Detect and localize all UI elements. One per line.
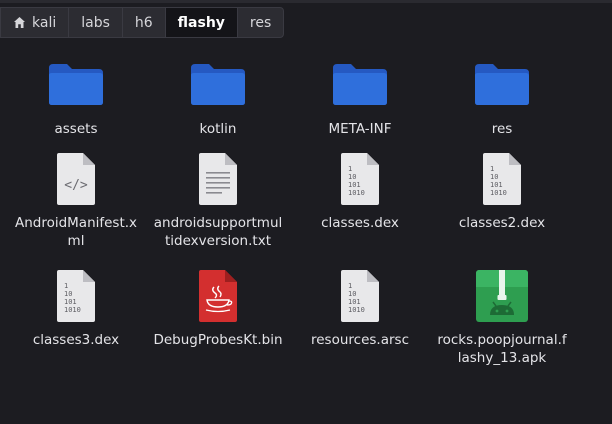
breadcrumb-label: flashy bbox=[177, 14, 225, 31]
file-name: res bbox=[491, 121, 513, 137]
breadcrumb-label: labs bbox=[81, 14, 110, 31]
file-item-kotlin[interactable]: kotlin bbox=[148, 62, 288, 138]
file-name: assets bbox=[54, 121, 98, 137]
svg-text:10: 10 bbox=[348, 173, 356, 181]
text-file-icon bbox=[199, 153, 237, 205]
file-name: classes2.dex bbox=[458, 215, 546, 231]
file-item-flashy-apk[interactable]: rocks.poopjournal.flashy_13.apk bbox=[432, 269, 572, 367]
file-name: rocks.poopjournal.flashy_13.apk bbox=[437, 332, 567, 366]
breadcrumb-label: h6 bbox=[134, 14, 153, 31]
breadcrumb-flashy[interactable]: flashy bbox=[164, 7, 238, 38]
file-name: AndroidManifest.xml bbox=[14, 215, 138, 249]
file-name: kotlin bbox=[199, 121, 237, 137]
file-item-meta-inf[interactable]: META-INF bbox=[290, 62, 430, 138]
svg-text:101: 101 bbox=[348, 298, 361, 306]
svg-text:1010: 1010 bbox=[348, 189, 365, 197]
file-item-classes-dex[interactable]: 1 10 101 1010 classes.dex bbox=[290, 152, 430, 232]
svg-text:101: 101 bbox=[64, 298, 77, 306]
breadcrumb-h6[interactable]: h6 bbox=[121, 7, 166, 38]
file-item-resources-arsc[interactable]: 1 10 101 1010 resources.arsc bbox=[290, 269, 430, 349]
binary-file-icon: 1 10 101 1010 bbox=[57, 270, 95, 322]
breadcrumb-kali[interactable]: kali bbox=[0, 7, 70, 38]
file-item-androidsupportmultidexversion[interactable]: androidsupportmultidexversion.txt bbox=[148, 152, 288, 250]
svg-text:1: 1 bbox=[490, 165, 494, 173]
window-top-strip bbox=[0, 0, 612, 3]
svg-text:1010: 1010 bbox=[64, 306, 81, 314]
file-item-classes3-dex[interactable]: 1 10 101 1010 classes3.dex bbox=[6, 269, 146, 349]
home-icon bbox=[14, 17, 25, 28]
java-file-icon bbox=[199, 270, 237, 322]
svg-text:101: 101 bbox=[348, 181, 361, 189]
file-name: resources.arsc bbox=[311, 332, 409, 348]
svg-text:</>: </> bbox=[64, 178, 88, 193]
breadcrumb-res[interactable]: res bbox=[236, 7, 285, 38]
file-name: DebugProbesKt.bin bbox=[153, 332, 283, 348]
binary-file-icon: 1 10 101 1010 bbox=[341, 270, 379, 322]
file-name: classes3.dex bbox=[32, 332, 120, 348]
xml-file-icon: </> bbox=[57, 153, 95, 205]
svg-text:101: 101 bbox=[490, 181, 503, 189]
folder-icon bbox=[49, 64, 103, 105]
file-item-classes2-dex[interactable]: 1 10 101 1010 classes2.dex bbox=[432, 152, 572, 232]
svg-text:10: 10 bbox=[348, 290, 356, 298]
folder-icon bbox=[475, 64, 529, 105]
file-item-debugprobeskt-bin[interactable]: DebugProbesKt.bin bbox=[148, 269, 288, 349]
binary-file-icon: 1 10 101 1010 bbox=[483, 153, 521, 205]
breadcrumb-label: kali bbox=[32, 14, 57, 31]
svg-text:1: 1 bbox=[348, 282, 352, 290]
file-item-assets[interactable]: assets bbox=[6, 62, 146, 138]
svg-text:10: 10 bbox=[490, 173, 498, 181]
file-name: androidsupportmultidexversion.txt bbox=[153, 215, 283, 249]
binary-file-icon: 1 10 101 1010 bbox=[341, 153, 379, 205]
file-manager-window: kali labs h6 flashy res assets kotlin ME… bbox=[0, 0, 612, 424]
android-package-icon bbox=[476, 270, 528, 322]
breadcrumb-labs[interactable]: labs bbox=[68, 7, 123, 38]
svg-text:1: 1 bbox=[348, 165, 352, 173]
file-item-androidmanifest[interactable]: </> AndroidManifest.xml bbox=[6, 152, 146, 250]
svg-text:1010: 1010 bbox=[490, 189, 507, 197]
file-item-res[interactable]: res bbox=[432, 62, 572, 138]
breadcrumb-label: res bbox=[249, 14, 272, 31]
folder-icon bbox=[191, 64, 245, 105]
file-name: META-INF bbox=[328, 121, 392, 137]
svg-text:1010: 1010 bbox=[348, 306, 365, 314]
svg-text:10: 10 bbox=[64, 290, 72, 298]
folder-icon bbox=[333, 64, 387, 105]
file-name: classes.dex bbox=[321, 215, 399, 231]
svg-text:1: 1 bbox=[64, 282, 68, 290]
breadcrumb: kali labs h6 flashy res bbox=[0, 7, 285, 38]
